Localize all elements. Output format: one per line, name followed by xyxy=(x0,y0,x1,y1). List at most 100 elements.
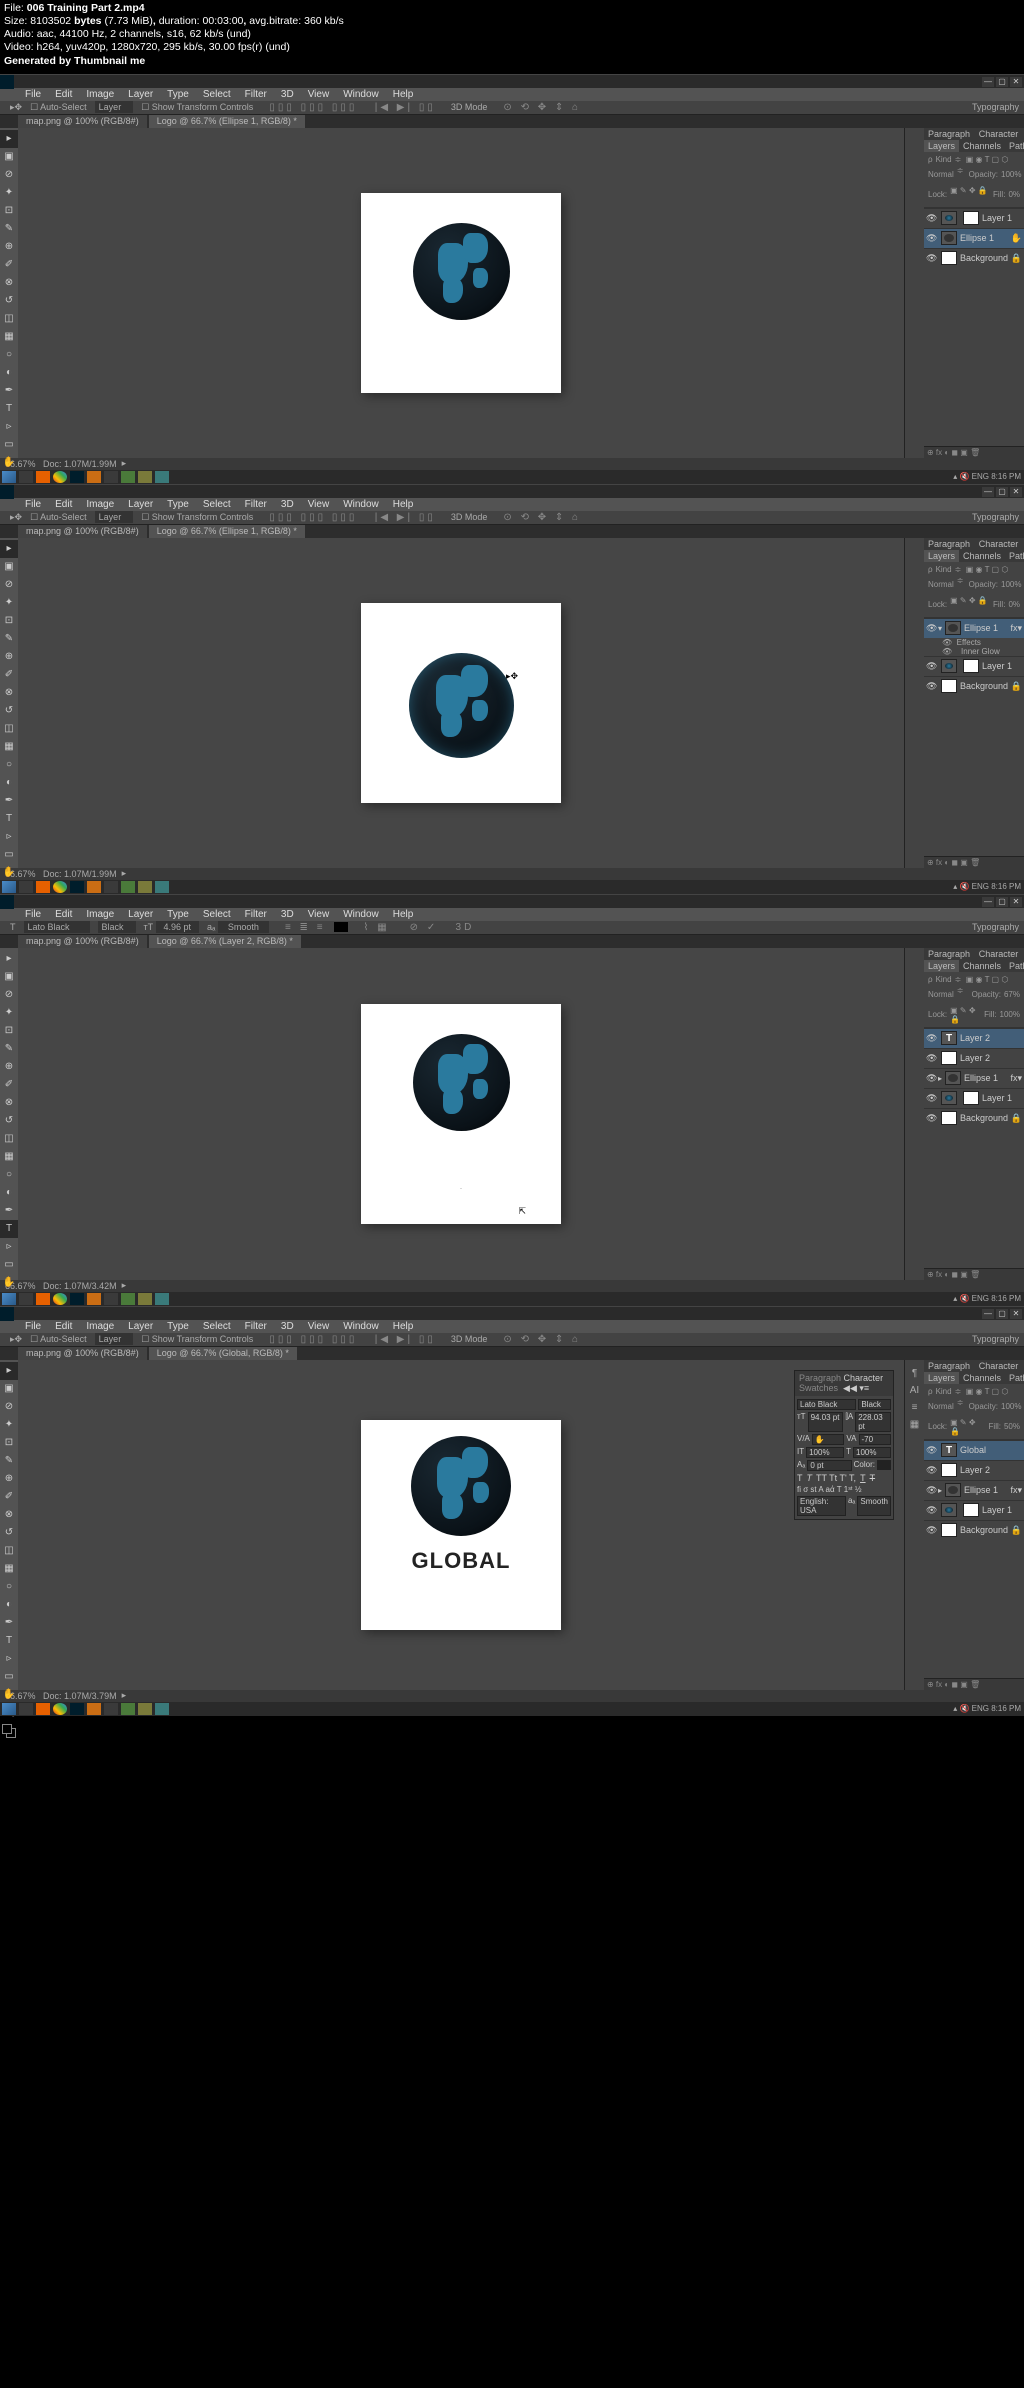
notepad-icon[interactable] xyxy=(87,1293,101,1305)
menu-help[interactable]: Help xyxy=(393,909,414,920)
baseline-input[interactable]: 0 pt xyxy=(807,1460,851,1471)
history-brush-tool[interactable]: ↺ xyxy=(0,1524,18,1542)
app-icon[interactable] xyxy=(121,881,135,893)
menu-file[interactable]: File xyxy=(25,499,41,510)
eraser-tool[interactable]: ◫ xyxy=(0,1542,18,1560)
channels-tab[interactable]: Channels xyxy=(959,960,1005,972)
workspace-dropdown[interactable]: Typography xyxy=(972,1334,1019,1344)
layers-tab[interactable]: Layers xyxy=(924,960,959,972)
menu-view[interactable]: View xyxy=(308,1321,330,1332)
brush-tool[interactable]: ✐ xyxy=(0,256,18,274)
type-tool[interactable]: T xyxy=(0,1220,18,1238)
marquee-tool[interactable]: ▣ xyxy=(0,1380,18,1398)
menu-type[interactable]: Type xyxy=(167,1321,189,1332)
menu-help[interactable]: Help xyxy=(393,1321,414,1332)
type-tool[interactable]: T xyxy=(0,810,18,828)
layer-ellipse[interactable]: 👁▾Ellipse 1fx▾ xyxy=(924,618,1024,638)
menu-type[interactable]: Type xyxy=(167,909,189,920)
channels-tab[interactable]: Channels xyxy=(959,550,1005,562)
tab-map[interactable]: map.png @ 100% (RGB/8#) xyxy=(18,525,147,538)
menu-select[interactable]: Select xyxy=(203,1321,231,1332)
dodge-tool[interactable]: ◐ xyxy=(0,1184,18,1202)
font-style-dropdown[interactable]: Black xyxy=(98,921,136,933)
menu-layer[interactable]: Layer xyxy=(128,89,153,100)
auto-select-dropdown[interactable]: Layer xyxy=(95,1333,134,1345)
stamp-tool[interactable]: ⊗ xyxy=(0,274,18,292)
app-icon[interactable] xyxy=(155,1703,169,1715)
menu-type[interactable]: Type xyxy=(167,499,189,510)
marquee-tool[interactable]: ▣ xyxy=(0,558,18,576)
chrome-icon[interactable] xyxy=(53,1293,67,1305)
stamp-tool[interactable]: ⊗ xyxy=(0,1506,18,1524)
maximize-button[interactable]: ▢ xyxy=(996,1309,1008,1319)
font-size-input[interactable]: ᴛT 4.96 pt xyxy=(144,922,200,932)
tab-logo[interactable]: Logo @ 66.7% (Layer 2, RGB/8) * xyxy=(149,935,301,948)
layer-background[interactable]: 👁Background🔒 xyxy=(924,248,1024,268)
layer-layer2b[interactable]: 👁Layer 2 xyxy=(924,1048,1024,1068)
lasso-tool[interactable]: ⊘ xyxy=(0,166,18,184)
shape-tool[interactable]: ▭ xyxy=(0,846,18,864)
layers-footer[interactable]: ⊕ fx ◐ ◼ ▣ 🗑 xyxy=(924,856,1024,868)
layer-layer1[interactable]: 👁Layer 1 xyxy=(924,208,1024,228)
explorer-icon[interactable] xyxy=(19,881,33,893)
visibility-icon[interactable]: 👁 xyxy=(926,661,938,672)
visibility-icon[interactable]: 👁 xyxy=(926,1113,938,1124)
firefox-icon[interactable] xyxy=(36,881,50,893)
font-family-input[interactable]: Lato Black xyxy=(797,1399,856,1410)
layers-tab[interactable]: Layers xyxy=(924,550,959,562)
menu-help[interactable]: Help xyxy=(393,499,414,510)
chrome-icon[interactable] xyxy=(53,1703,67,1715)
visibility-icon[interactable]: 👁 xyxy=(926,1033,938,1044)
menu-image[interactable]: Image xyxy=(86,499,114,510)
auto-select-checkbox[interactable]: ☐ Auto-Select xyxy=(30,102,87,113)
collapsed-panels[interactable] xyxy=(904,538,924,868)
photoshop-icon[interactable] xyxy=(70,881,84,893)
menu-view[interactable]: View xyxy=(308,499,330,510)
layers-tab[interactable]: Layers xyxy=(924,1372,959,1384)
auto-select-checkbox[interactable]: ☐ Auto-Select xyxy=(30,512,87,523)
brush-tool[interactable]: ✐ xyxy=(0,666,18,684)
move-tool[interactable]: ▸ xyxy=(0,950,18,968)
shape-tool[interactable]: ▭ xyxy=(0,1668,18,1686)
history-brush-tool[interactable]: ↺ xyxy=(0,702,18,720)
tray[interactable]: ▴ 🔇 ENG 8:16 PM xyxy=(953,1704,1021,1713)
menu-layer[interactable]: Layer xyxy=(128,909,153,920)
history-brush-tool[interactable]: ↺ xyxy=(0,1112,18,1130)
pen-tool[interactable]: ✒ xyxy=(0,792,18,810)
eraser-tool[interactable]: ◫ xyxy=(0,310,18,328)
stamp-tool[interactable]: ⊗ xyxy=(0,684,18,702)
show-transform-checkbox[interactable]: ☐ Show Transform Controls xyxy=(141,512,253,523)
tab-map[interactable]: map.png @ 100% (RGB/8#) xyxy=(18,935,147,948)
channels-tab[interactable]: Channels xyxy=(959,140,1005,152)
chrome-icon[interactable] xyxy=(53,881,67,893)
close-button[interactable]: ✕ xyxy=(1010,1309,1022,1319)
wand-tool[interactable]: ✦ xyxy=(0,1004,18,1022)
minimize-button[interactable]: — xyxy=(982,77,994,87)
text-color-swatch[interactable] xyxy=(334,922,348,932)
menu-file[interactable]: File xyxy=(25,89,41,100)
eyedropper-tool[interactable]: ✎ xyxy=(0,220,18,238)
blur-tool[interactable]: ○ xyxy=(0,346,18,364)
app-icon[interactable] xyxy=(104,1293,118,1305)
menu-edit[interactable]: Edit xyxy=(55,1321,72,1332)
pen-tool[interactable]: ✒ xyxy=(0,382,18,400)
character-styles-tab[interactable]: Character Styles xyxy=(975,538,1024,550)
font-family-dropdown[interactable]: Lato Black xyxy=(24,921,90,933)
type-tool[interactable]: T xyxy=(0,400,18,418)
shape-tool[interactable]: ▭ xyxy=(0,436,18,454)
canvas[interactable]: ▸✥ xyxy=(18,538,904,868)
menu-view[interactable]: View xyxy=(308,909,330,920)
history-brush-tool[interactable]: ↺ xyxy=(0,292,18,310)
font-style-input[interactable]: Black xyxy=(858,1399,891,1410)
tab-logo[interactable]: Logo @ 66.7% (Ellipse 1, RGB/8) * xyxy=(149,115,305,128)
taskbar[interactable]: ▴ 🔇 ENG 8:16 PM xyxy=(0,880,1024,894)
layers-tab[interactable]: Layers xyxy=(924,140,959,152)
photoshop-icon[interactable] xyxy=(70,471,84,483)
gradient-tool[interactable]: ▦ xyxy=(0,1148,18,1166)
menu-3d[interactable]: 3D xyxy=(281,909,294,920)
heal-tool[interactable]: ⊕ xyxy=(0,1470,18,1488)
inner-glow-effect[interactable]: 👁 Inner Glow xyxy=(924,647,1024,656)
explorer-icon[interactable] xyxy=(19,1293,33,1305)
visibility-icon[interactable]: 👁 xyxy=(926,681,938,692)
hand-tool[interactable]: ✋ xyxy=(0,1274,18,1292)
